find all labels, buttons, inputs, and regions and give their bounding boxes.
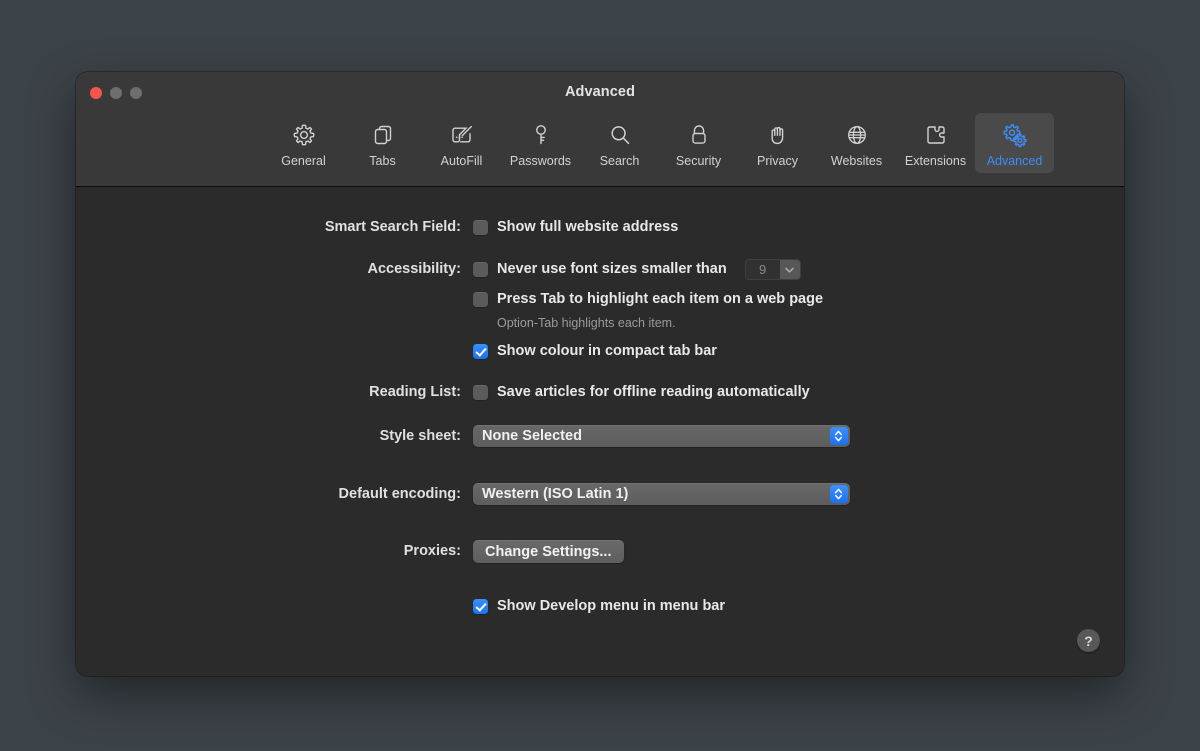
toolbar-tab-privacy[interactable]: Privacy	[738, 113, 817, 173]
accessibility-label: Accessibility:	[367, 261, 462, 277]
checkbox-label: Show full website address	[497, 219, 679, 235]
checkbox-show-develop-menu[interactable]: Show Develop menu in menu bar	[473, 596, 1124, 617]
toolbar-tab-tabs[interactable]: Tabs	[343, 113, 422, 173]
checkbox-box[interactable]	[473, 220, 488, 235]
puzzle-piece-icon	[921, 120, 951, 150]
toolbar-tab-websites[interactable]: Websites	[817, 113, 896, 173]
key-icon	[526, 120, 556, 150]
window-title: Advanced	[564, 84, 636, 100]
default-encoding-label: Default encoding:	[338, 485, 461, 502]
checkbox-label: Never use font sizes smaller than	[497, 261, 727, 277]
checkbox-box[interactable]	[473, 599, 488, 614]
checkbox-label: Show Develop menu in menu bar	[497, 598, 726, 614]
checkbox-show-colour-compact-tab-bar[interactable]: Show colour in compact tab bar	[473, 341, 1124, 362]
row-accessibility: Accessibility: Never use font sizes smal…	[76, 259, 1124, 362]
style-sheet-dropdown[interactable]: None Selected	[473, 425, 850, 447]
gear-icon	[289, 120, 319, 150]
toolbar-tab-label: Extensions	[904, 154, 967, 168]
row-default-encoding: Default encoding: Western (ISO Latin 1)	[76, 483, 1124, 505]
toolbar-tab-passwords[interactable]: Passwords	[501, 113, 580, 173]
row-proxies: Proxies: Change Settings...	[76, 540, 1124, 563]
preferences-content: Smart Search Field: Show full website ad…	[76, 187, 1124, 676]
min-font-size-dropdown[interactable]: 9	[744, 259, 801, 280]
lock-icon	[684, 120, 714, 150]
preferences-toolbar: General Tabs AutoFill Passwords Search S…	[76, 113, 1124, 173]
autofill-pencil-icon	[447, 120, 477, 150]
change-settings-button[interactable]: Change Settings...	[473, 540, 624, 563]
checkbox-box[interactable]	[473, 385, 488, 400]
checkbox-label: Save articles for offline reading automa…	[497, 384, 810, 400]
style-sheet-label: Style sheet:	[379, 427, 461, 444]
default-encoding-dropdown[interactable]: Western (ISO Latin 1)	[473, 483, 850, 505]
double-gear-icon	[1000, 120, 1030, 150]
preferences-window: Advanced General Tabs AutoFill Passwords…	[76, 72, 1124, 676]
checkbox-min-font-size-group: Never use font sizes smaller than 9	[473, 259, 1124, 280]
hand-icon	[763, 120, 793, 150]
row-style-sheet: Style sheet: None Selected	[76, 425, 1124, 447]
toolbar-tab-label: Advanced	[986, 154, 1043, 168]
toolbar-tab-extensions[interactable]: Extensions	[896, 113, 975, 173]
row-smart-search-field: Smart Search Field: Show full website ad…	[76, 217, 1124, 238]
toolbar-tab-label: Tabs	[369, 154, 396, 168]
toolbar-tab-label: Passwords	[509, 154, 572, 168]
chevron-down-icon	[779, 260, 800, 279]
checkbox-box[interactable]	[473, 292, 488, 307]
titlebar-and-toolbar: Advanced General Tabs AutoFill Passwords…	[76, 72, 1124, 187]
smart-search-field-label: Smart Search Field:	[324, 219, 461, 235]
toolbar-tab-label: General	[281, 154, 326, 168]
checkbox-box[interactable]	[473, 344, 488, 359]
toolbar-tab-label: Security	[675, 154, 722, 168]
toolbar-tab-general[interactable]: General	[264, 113, 343, 173]
chevron-up-down-icon	[829, 427, 848, 445]
checkbox-show-full-website-address[interactable]: Show full website address	[473, 217, 1124, 238]
checkbox-min-font-size[interactable]	[473, 262, 488, 277]
style-sheet-value: None Selected	[482, 428, 582, 444]
toolbar-tab-label: Privacy	[757, 154, 798, 168]
tabs-icon	[368, 120, 398, 150]
reading-list-label: Reading List:	[369, 384, 461, 400]
checkbox-label: Show colour in compact tab bar	[497, 343, 717, 359]
toolbar-tab-search[interactable]: Search	[580, 113, 659, 173]
checkbox-press-tab-highlight[interactable]: Press Tab to highlight each item on a we…	[473, 289, 1124, 310]
help-button[interactable]: ?	[1077, 629, 1100, 652]
press-tab-hint: Option-Tab highlights each item.	[497, 316, 676, 330]
checkbox-label: Press Tab to highlight each item on a we…	[497, 291, 824, 307]
magnifier-icon	[605, 120, 635, 150]
toolbar-tab-label: Websites	[830, 154, 883, 168]
globe-icon	[842, 120, 872, 150]
settings-rows: Smart Search Field: Show full website ad…	[76, 217, 1124, 617]
min-font-size-value: 9	[759, 262, 767, 277]
toolbar-tab-label: AutoFill	[440, 154, 483, 168]
row-show-develop-menu: Show Develop menu in menu bar	[76, 596, 1124, 617]
toolbar-tab-label: Search	[599, 154, 640, 168]
proxies-label: Proxies:	[403, 543, 461, 559]
chevron-up-down-icon	[829, 485, 848, 503]
toolbar-tab-autofill[interactable]: AutoFill	[422, 113, 501, 173]
toolbar-tab-advanced[interactable]: Advanced	[975, 113, 1054, 173]
default-encoding-value: Western (ISO Latin 1)	[482, 486, 629, 502]
row-reading-list: Reading List: Save articles for offline …	[76, 382, 1124, 403]
checkbox-save-articles-offline[interactable]: Save articles for offline reading automa…	[473, 382, 1124, 403]
toolbar-tab-security[interactable]: Security	[659, 113, 738, 173]
